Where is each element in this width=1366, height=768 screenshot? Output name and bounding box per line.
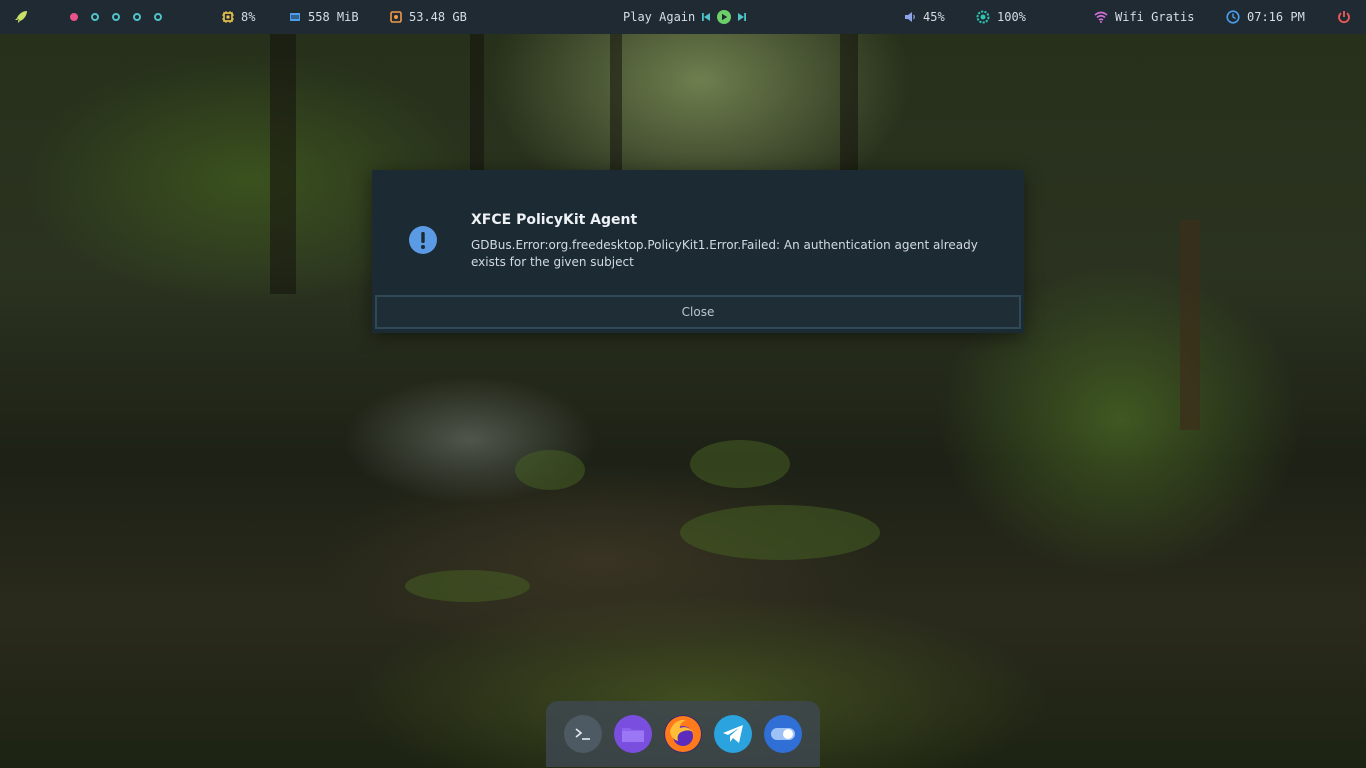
top-panel: 8% 558 MiB 53.48 GB Play Again 45% 100% … [0,0,1366,34]
close-button[interactable]: Close [375,295,1021,329]
firefox-icon [665,716,701,752]
rocket-icon [15,11,27,23]
settings-toggle-icon [771,728,795,740]
memory-icon [290,13,300,21]
skip-next-icon[interactable] [737,12,747,22]
terminal-icon [575,728,590,740]
dock-telegram[interactable] [714,715,752,753]
workspace-2[interactable] [91,13,99,21]
brightness-widget[interactable]: 100% [976,0,1026,34]
media-widget: Play Again [623,0,747,34]
folder-icon [622,728,644,742]
wallpaper-fence [1180,220,1200,430]
dock-settings[interactable] [764,715,802,753]
workspace-5[interactable] [154,13,162,21]
play-icon[interactable] [717,10,732,24]
clock-widget[interactable]: 07:16 PM [1226,0,1305,34]
power-icon [1338,11,1350,24]
memory-value: 558 MiB [308,10,359,24]
wallpaper-tree [270,34,296,294]
volume-widget[interactable]: 45% [904,0,945,34]
disk-value: 53.48 GB [409,10,467,24]
power-button[interactable] [1337,0,1351,34]
telegram-icon [723,725,743,743]
policykit-error-dialog: XFCE PolicyKit Agent GDBus.Error:org.fre… [372,170,1024,333]
volume-value: 45% [923,10,945,24]
workspace-indicator [70,0,162,34]
brightness-icon [976,10,990,24]
cpu-value: 8% [241,10,256,24]
desktop-wallpaper [0,0,1366,768]
cpu-icon [222,11,234,23]
wifi-widget[interactable]: Wifi Gratis [1094,0,1194,34]
clock-time: 07:16 PM [1247,10,1305,24]
wallpaper-rock [690,440,790,488]
dock-file-manager[interactable] [614,715,652,753]
alert-icon [409,226,437,254]
skip-previous-icon[interactable] [701,12,711,22]
workspace-1[interactable] [70,13,78,21]
dock-terminal[interactable] [564,715,602,753]
media-title: Play Again [623,10,696,24]
workspace-3[interactable] [112,13,120,21]
cpu-widget: 8% [222,0,255,34]
wallpaper-rock [515,450,585,490]
launcher-button[interactable] [13,0,29,34]
brightness-value: 100% [997,10,1026,24]
disk-widget: 53.48 GB [390,0,467,34]
workspace-4[interactable] [133,13,141,21]
dock-firefox[interactable] [664,715,702,753]
dock [546,701,820,767]
memory-widget: 558 MiB [289,0,359,34]
wallpaper-rock [680,505,880,560]
wifi-name: Wifi Gratis [1115,10,1195,24]
clock-icon [1226,10,1240,24]
dialog-message: GDBus.Error:org.freedesktop.PolicyKit1.E… [471,238,978,269]
wallpaper-rock [405,570,530,602]
volume-icon [905,12,915,22]
dialog-title: XFCE PolicyKit Agent [471,212,638,228]
disk-icon [390,11,402,23]
wifi-icon [1094,11,1108,23]
wallpaper-tree [610,34,622,174]
